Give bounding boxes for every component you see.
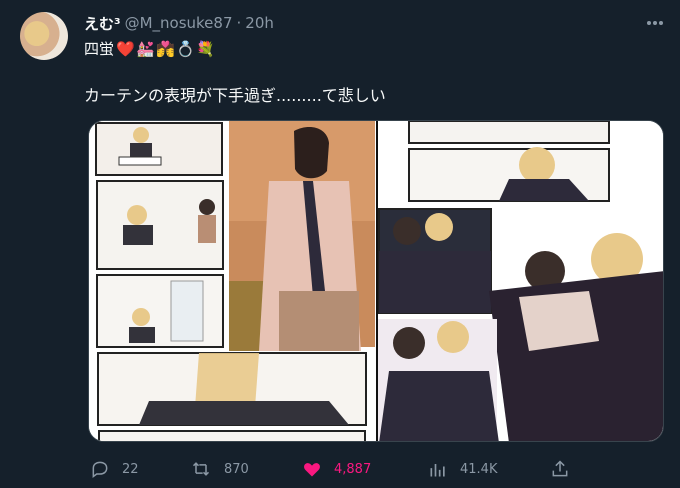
ring-emoji: 💍 <box>176 39 195 58</box>
views-icon <box>430 464 445 477</box>
share-button[interactable] <box>550 456 570 482</box>
bio-text: 四蛍 <box>84 40 115 58</box>
like-button[interactable]: 4,887 <box>302 456 371 482</box>
reply-button[interactable]: 22 <box>90 456 139 482</box>
views-button[interactable]: 41.4K <box>428 456 497 482</box>
wedding-emoji: 💒 <box>136 39 155 58</box>
author-display-name[interactable]: えむ³ <box>84 13 121 34</box>
tweet-actions: 22 870 4,887 41.4K <box>84 456 584 482</box>
tweet-time[interactable]: 20h <box>245 14 274 32</box>
retweet-button[interactable]: 870 <box>190 456 249 482</box>
tweet-media[interactable] <box>88 120 664 442</box>
retweet-count: 870 <box>224 461 249 477</box>
view-count: 41.4K <box>460 461 498 477</box>
heart-emoji: ❤️ <box>116 39 135 58</box>
retweet-icon <box>192 462 210 476</box>
comic-illustration <box>89 121 663 441</box>
author-avatar[interactable] <box>20 12 68 60</box>
tweet-header: えむ³ @M_nosuke87 · 20h <box>84 12 274 34</box>
like-count: 4,887 <box>334 461 372 477</box>
author-bio: 四蛍 ❤️ 💒 💏 💍 💐 <box>84 38 215 59</box>
reply-count: 22 <box>122 461 139 477</box>
header-separator: · <box>236 14 242 32</box>
more-options-icon[interactable] <box>644 14 666 32</box>
share-icon <box>552 460 568 477</box>
author-handle[interactable]: @M_nosuke87 <box>125 14 233 32</box>
kiss-emoji: 💏 <box>156 39 175 58</box>
heart-icon <box>304 463 320 477</box>
bouquet-emoji: 💐 <box>196 39 215 58</box>
tweet-text: カーテンの表現が下手過ぎ.........て悲しい <box>84 86 386 105</box>
reply-icon <box>92 461 108 478</box>
